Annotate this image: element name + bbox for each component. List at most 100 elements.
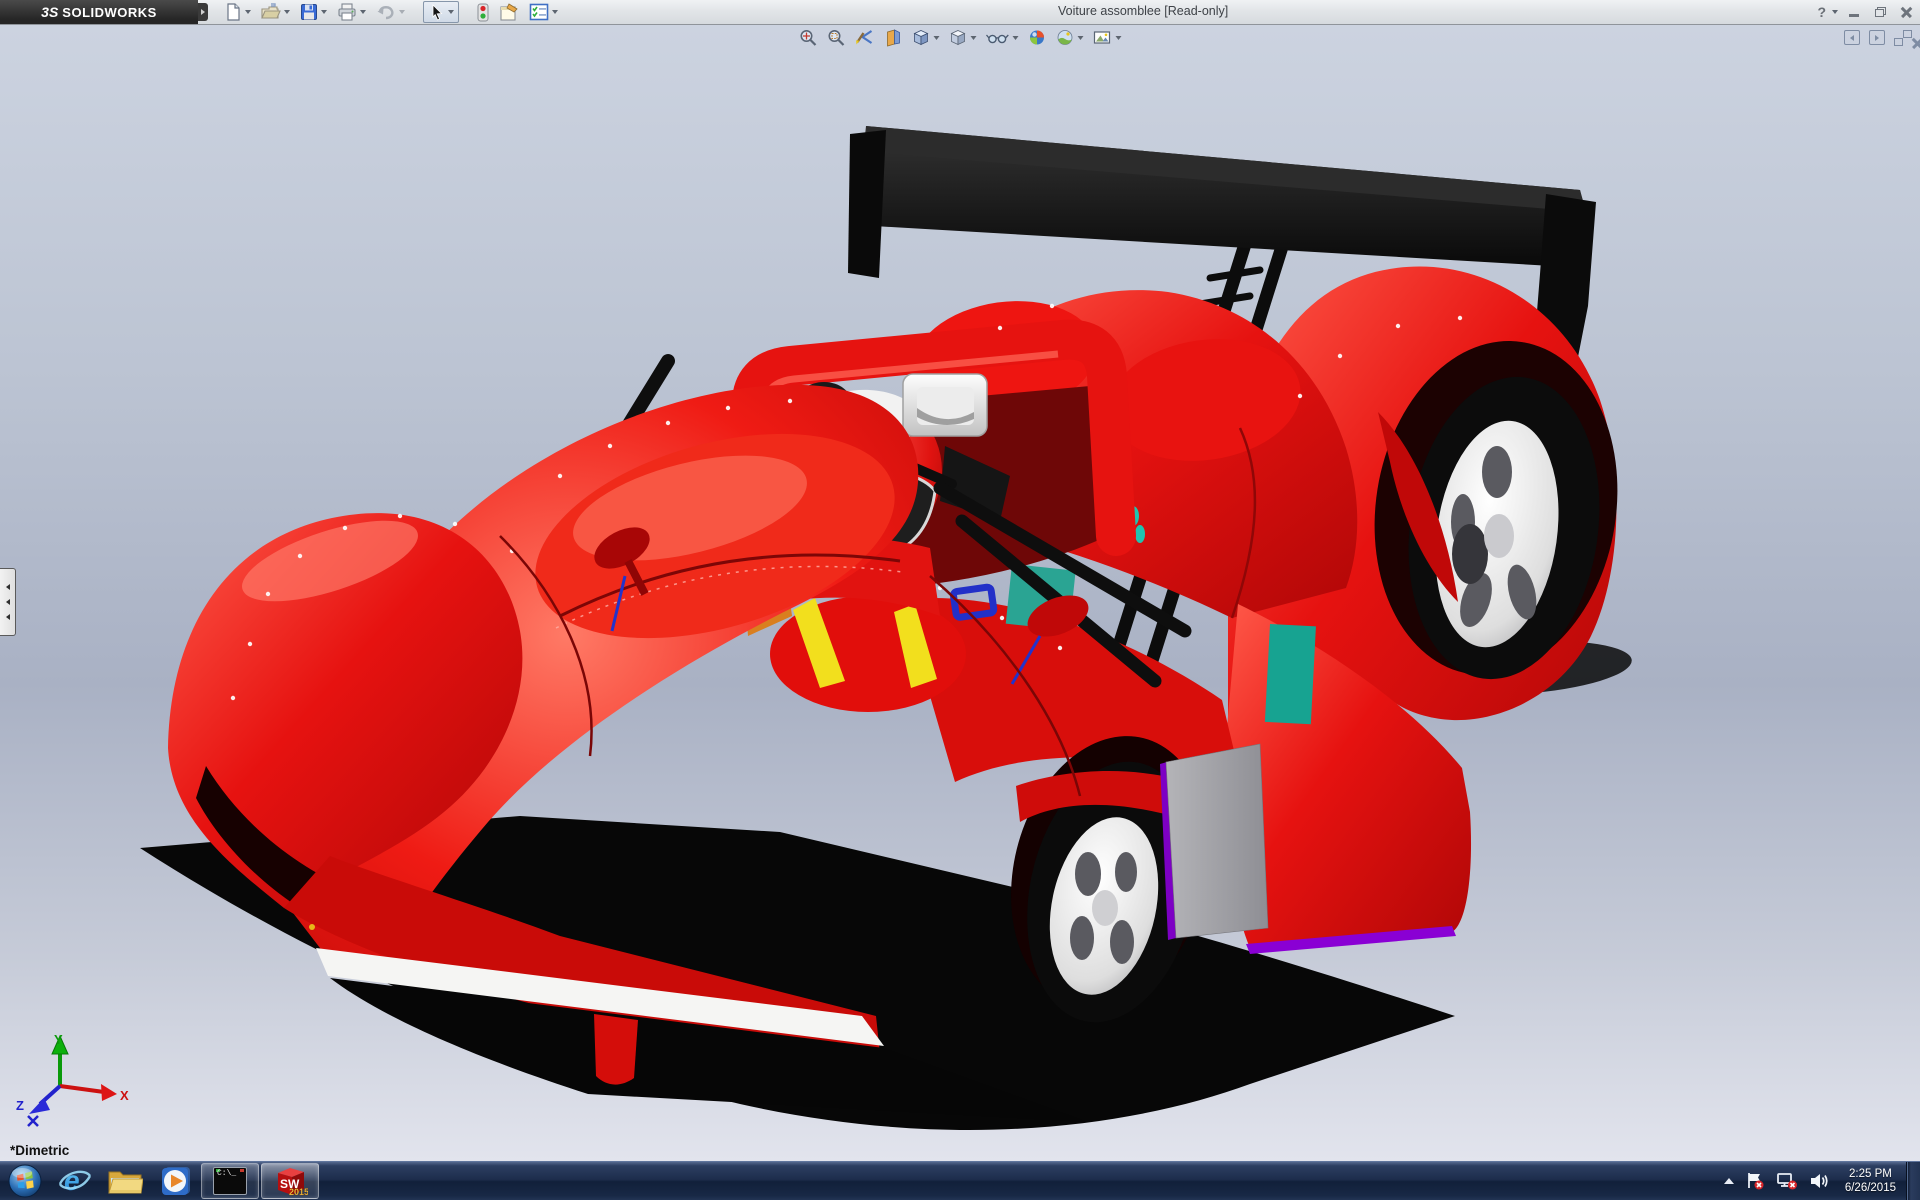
apply-scene-button[interactable] — [1054, 27, 1086, 48]
ds-logo-mark: 3S — [41, 4, 58, 20]
select-tool-button[interactable] — [423, 1, 459, 23]
display-style-cube-icon — [949, 28, 968, 47]
teal-panel[interactable] — [1265, 624, 1316, 724]
dropdown-caret[interactable] — [245, 10, 251, 14]
dropdown-caret[interactable] — [971, 36, 977, 40]
network-status-icon[interactable] — [1776, 1171, 1798, 1191]
solidworks-2015-icon: SW 2015 — [272, 1165, 308, 1197]
hide-show-items-button[interactable] — [984, 27, 1021, 48]
undo-button[interactable] — [372, 2, 409, 22]
view-orientation-label: *Dimetric — [10, 1143, 69, 1158]
dropdown-caret[interactable] — [1116, 36, 1122, 40]
print-button[interactable] — [333, 2, 370, 22]
dropdown-caret[interactable] — [284, 10, 290, 14]
show-desktop-button[interactable] — [1906, 1162, 1920, 1200]
command-prompt-icon: C:\_ — [213, 1167, 247, 1195]
view-settings-button[interactable] — [1091, 27, 1124, 48]
orientation-triad: Y X Z — [14, 1030, 132, 1134]
expand-right-pane-button[interactable] — [1869, 30, 1885, 45]
zoom-to-area-icon — [827, 28, 846, 47]
solidworks-logo-text: SOLIDWORKS — [62, 5, 157, 20]
taskbar-solidworks-2015[interactable]: SW 2015 — [261, 1163, 319, 1199]
triad-y-label: Y — [54, 1032, 63, 1047]
clock-date: 6/26/2015 — [1845, 1181, 1896, 1195]
previous-view-icon — [855, 28, 875, 47]
stoplight-icon — [477, 3, 489, 22]
close-icon — [1901, 7, 1912, 18]
windows-start-orb-icon — [8, 1164, 42, 1198]
chevron-left-icon — [6, 614, 10, 620]
menu-expand-tab[interactable] — [198, 3, 208, 21]
car-model-3d[interactable] — [0, 25, 1920, 1162]
start-button[interactable] — [0, 1162, 50, 1200]
rebuild-button[interactable] — [473, 2, 493, 23]
chevron-left-icon — [6, 584, 10, 590]
clock-time: 2:25 PM — [1845, 1167, 1896, 1181]
solidworks-logo: 3S SOLIDWORKS — [0, 0, 198, 24]
options-button[interactable] — [525, 2, 562, 22]
scene-sphere-icon — [1056, 28, 1075, 47]
show-hidden-icons-button[interactable] — [1724, 1178, 1734, 1184]
edit-appearance-button[interactable] — [1026, 27, 1049, 48]
rear-view-mirror[interactable] — [903, 374, 987, 436]
taskbar-command-prompt[interactable]: C:\_ — [201, 1163, 259, 1199]
display-style-button[interactable] — [947, 27, 979, 48]
collapse-left-pane-button[interactable] — [1844, 30, 1860, 45]
feature-manager-collapsed-tab[interactable] — [0, 568, 16, 636]
taskbar-media-player[interactable] — [150, 1162, 200, 1200]
dropdown-caret[interactable] — [1078, 36, 1084, 40]
help-button[interactable]: ? — [1817, 4, 1826, 20]
dropdown-caret[interactable] — [448, 10, 454, 14]
design-binder-button[interactable] — [495, 2, 523, 23]
graphics-viewport[interactable]: Y X Z *Dimetric — [0, 25, 1920, 1162]
volume-icon[interactable] — [1809, 1171, 1831, 1191]
section-view-button[interactable] — [882, 27, 905, 48]
solidworks-window: 3S SOLIDWORKS — [0, 0, 1920, 1200]
undo-arrow-icon — [376, 3, 396, 21]
open-folder-icon — [261, 3, 281, 21]
taskbar-clock[interactable]: 2:25 PM 6/26/2015 — [1845, 1167, 1896, 1195]
heads-up-view-toolbar — [797, 27, 1124, 48]
close-button[interactable] — [1896, 4, 1916, 20]
internet-explorer-icon: e — [57, 1164, 93, 1198]
window-controls: ? — [1817, 0, 1916, 24]
chevron-right-icon — [1875, 35, 1879, 41]
chevron-left-icon — [6, 599, 10, 605]
document-title: Voiture assomblee [Read-only] — [1058, 4, 1228, 18]
system-tray — [1724, 1171, 1831, 1191]
open-button[interactable] — [257, 2, 294, 22]
dropdown-caret[interactable] — [934, 36, 940, 40]
previous-view-button[interactable] — [853, 27, 877, 48]
printer-icon — [337, 3, 357, 21]
dropdown-caret[interactable] — [360, 10, 366, 14]
chevron-right-icon — [201, 9, 205, 15]
sw-year: 2015 — [289, 1187, 308, 1197]
taskbar-internet-explorer[interactable]: e — [50, 1162, 100, 1200]
zoom-to-fit-button[interactable] — [797, 27, 820, 48]
new-document-button[interactable] — [220, 2, 255, 22]
view-settings-icon — [1093, 28, 1113, 47]
restore-icon — [1875, 7, 1886, 17]
section-view-icon — [884, 28, 903, 47]
view-orientation-button[interactable] — [910, 27, 942, 48]
dropdown-caret[interactable] — [1013, 36, 1019, 40]
new-document-icon — [224, 3, 242, 21]
minimize-icon — [1849, 14, 1859, 17]
folder-icon — [107, 1166, 143, 1196]
taskbar-windows-explorer[interactable] — [100, 1162, 150, 1200]
help-dropdown-caret[interactable] — [1832, 10, 1838, 14]
restore-button[interactable] — [1870, 4, 1890, 20]
main-toolbar — [220, 1, 562, 23]
windows-taskbar: e C:\_ — [0, 1161, 1920, 1200]
zoom-to-area-button[interactable] — [825, 27, 848, 48]
dropdown-caret[interactable] — [321, 10, 327, 14]
document-window-controls — [1844, 30, 1912, 45]
minimize-button[interactable] — [1844, 4, 1864, 20]
checklist-icon — [529, 3, 549, 21]
triad-z-label: Z — [16, 1098, 24, 1113]
view-orientation-cube-icon — [912, 28, 931, 47]
title-bar: 3S SOLIDWORKS — [0, 0, 1920, 25]
dropdown-caret[interactable] — [552, 10, 558, 14]
save-button[interactable] — [296, 2, 331, 22]
action-center-flag-icon[interactable] — [1745, 1171, 1765, 1191]
